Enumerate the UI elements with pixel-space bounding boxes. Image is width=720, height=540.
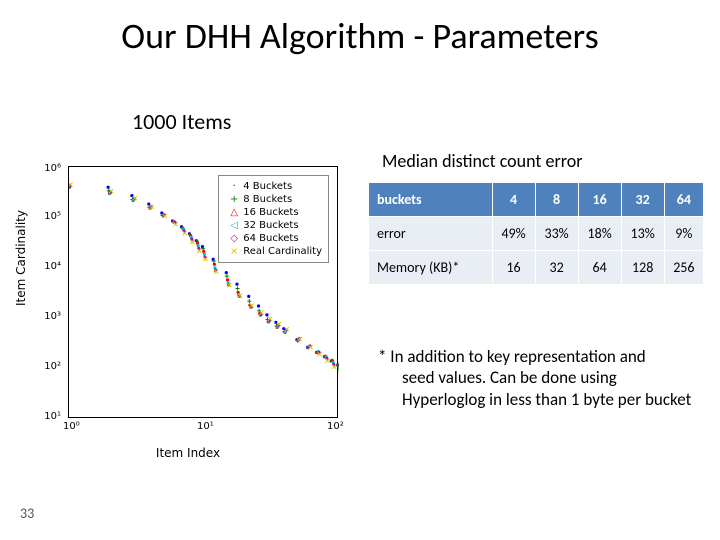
legend-entry: ·4 Buckets [225, 180, 322, 193]
chart: Item Cardinality 10¹ 10² 10³ 10⁴ 10⁵ 10⁶… [18, 160, 358, 460]
ytick-2: 10² [44, 361, 61, 372]
items-subtitle: 1000 Items [132, 108, 231, 135]
page-title: Our DHH Algorithm - Parameters [0, 14, 720, 58]
th: 64 [664, 183, 703, 217]
chart-ylabel: Item Cardinality [14, 210, 28, 306]
xtick-1: 10⁰ [63, 421, 80, 432]
legend-entry: ◇64 Buckets [225, 232, 322, 245]
table-title: Median distinct count error [382, 150, 583, 172]
xtick-2: 10¹ [197, 421, 214, 432]
th: 16 [578, 183, 621, 217]
xtick-3: 10² [327, 421, 344, 432]
chart-xlabel: Item Index [18, 446, 358, 460]
ytick-3: 10³ [44, 311, 61, 322]
cell: 64 [578, 251, 621, 285]
cell: 33% [535, 217, 578, 251]
table-row: Memory (KB)* 16 32 64 128 256 [369, 251, 704, 285]
legend-entry: ×Real Cardinality [225, 245, 322, 258]
table-row: error 49% 33% 18% 13% 9% [369, 217, 704, 251]
cell: 18% [578, 217, 621, 251]
th: 32 [621, 183, 664, 217]
chart-legend: ·4 Buckets +8 Buckets △16 Buckets ◁32 Bu… [218, 175, 329, 263]
legend-entry: +8 Buckets [225, 193, 322, 206]
row-label: error [369, 217, 493, 251]
slide: Our DHH Algorithm - Parameters 1000 Item… [0, 0, 720, 540]
th: 8 [535, 183, 578, 217]
cell: 49% [492, 217, 535, 251]
error-table: buckets 4 8 16 32 64 error 49% 33% 18% 1… [368, 182, 704, 285]
table-header-row: buckets 4 8 16 32 64 [369, 183, 704, 217]
ytick-5: 10⁵ [44, 211, 61, 222]
chart-plot-area: 10¹ 10² 10³ 10⁴ 10⁵ 10⁶ 10⁰ 10¹ 10² ·4 B… [68, 166, 338, 418]
cell: 13% [621, 217, 664, 251]
th-buckets: buckets [369, 183, 493, 217]
cell: 32 [535, 251, 578, 285]
footnote: * In addition to key representation and … [378, 346, 698, 410]
cell: 9% [664, 217, 703, 251]
slide-number: 33 [20, 505, 34, 522]
ytick-4: 10⁴ [44, 261, 61, 272]
cell: 16 [492, 251, 535, 285]
th: 4 [492, 183, 535, 217]
ytick-6: 10⁶ [44, 163, 61, 174]
ytick-1: 10¹ [44, 411, 61, 422]
legend-entry: ◁32 Buckets [225, 219, 322, 232]
cell: 256 [664, 251, 703, 285]
cell: 128 [621, 251, 664, 285]
row-label: Memory (KB)* [369, 251, 493, 285]
legend-entry: △16 Buckets [225, 206, 322, 219]
